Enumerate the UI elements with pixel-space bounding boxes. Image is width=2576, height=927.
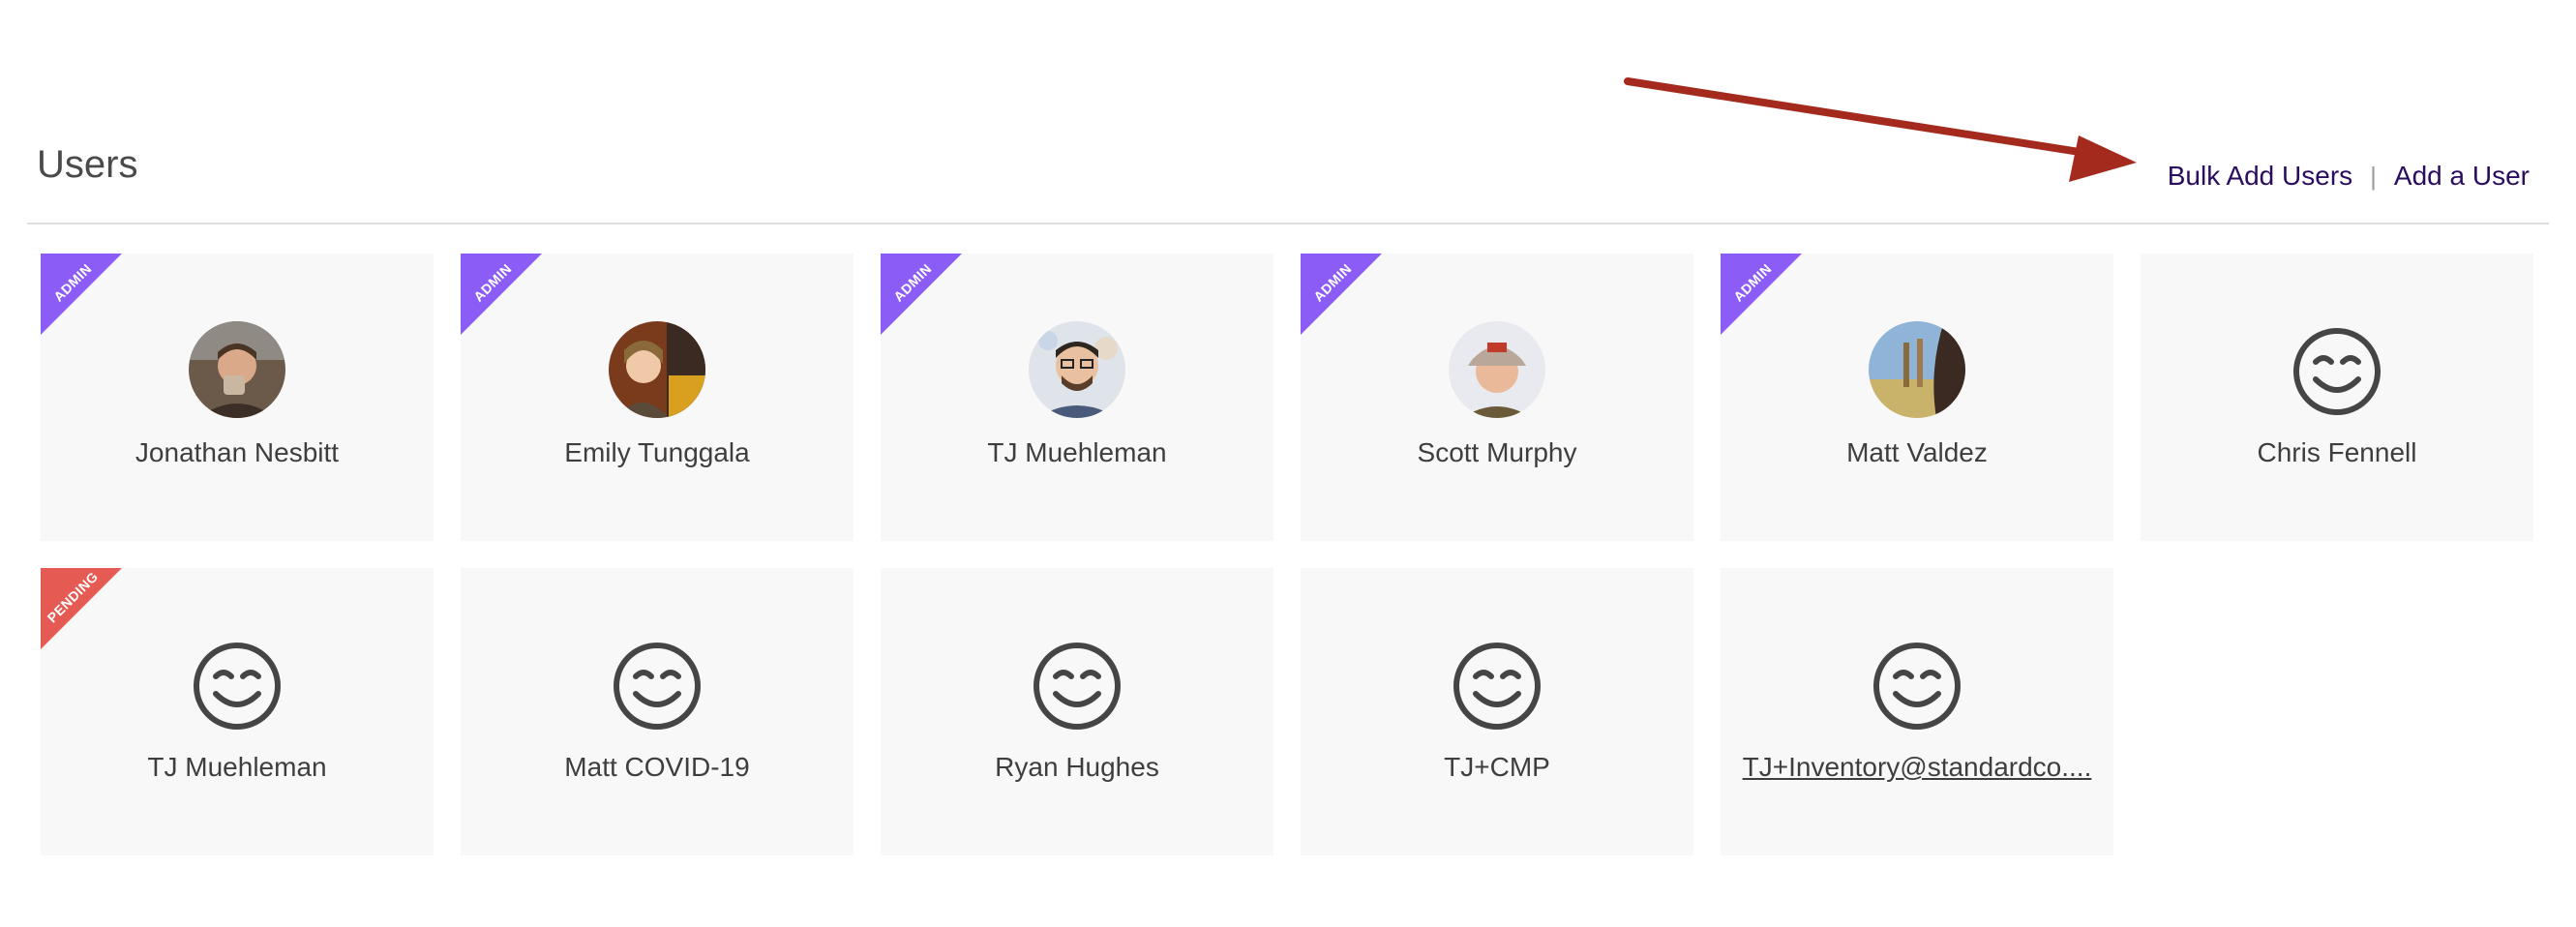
- page-title: Users: [37, 143, 138, 186]
- admin-badge: ADMIN: [1301, 254, 1382, 335]
- avatar: [1029, 321, 1125, 418]
- user-card[interactable]: TJ+CMP: [1301, 568, 1693, 855]
- avatar: [189, 321, 285, 418]
- smiley-icon: [194, 643, 281, 730]
- smiley-icon: [614, 643, 701, 730]
- user-name: Scott Murphy: [1417, 437, 1577, 467]
- smiley-icon: [1873, 643, 1961, 730]
- user-card[interactable]: TJ+Inventory@standardco....: [1721, 568, 2113, 855]
- user-name: Jonathan Nesbitt: [135, 437, 340, 467]
- user-name: Ryan Hughes: [995, 752, 1159, 782]
- user-name: Emily Tunggala: [564, 437, 750, 467]
- pending-badge: PENDING: [41, 568, 122, 649]
- smiley-icon: [2293, 328, 2381, 415]
- user-name: TJ Muehleman: [987, 437, 1167, 467]
- user-name: Chris Fennell: [2257, 437, 2417, 467]
- admin-badge: ADMIN: [41, 254, 122, 335]
- user-card[interactable]: PENDING TJ Muehleman: [41, 568, 434, 855]
- avatar: [609, 321, 705, 418]
- users-header: Users Bulk Add Users | Add a User: [27, 124, 2549, 224]
- user-card[interactable]: ADMIN Jonathan Nesbitt: [41, 254, 434, 541]
- user-card[interactable]: Ryan Hughes: [881, 568, 1273, 855]
- user-name: Matt COVID-19: [564, 752, 750, 782]
- user-grid: ADMIN Jonathan Nesbitt ADMIN Emily Tungg…: [41, 254, 2533, 855]
- avatar: [1449, 321, 1545, 418]
- bulk-add-users-link[interactable]: Bulk Add Users: [2168, 161, 2352, 192]
- smiley-icon: [1033, 643, 1121, 730]
- user-card[interactable]: ADMIN TJ Muehleman: [881, 254, 1273, 541]
- user-name: Matt Valdez: [1846, 437, 1988, 467]
- user-card[interactable]: Matt COVID-19: [461, 568, 854, 855]
- user-name: TJ+CMP: [1444, 752, 1550, 782]
- add-user-link[interactable]: Add a User: [2394, 161, 2530, 192]
- separator: |: [2370, 161, 2377, 191]
- smiley-icon: [1453, 643, 1541, 730]
- user-card[interactable]: Chris Fennell: [2141, 254, 2533, 541]
- admin-badge: ADMIN: [1721, 254, 1802, 335]
- admin-badge: ADMIN: [461, 254, 542, 335]
- user-card[interactable]: ADMIN Matt Valdez: [1721, 254, 2113, 541]
- user-email-link[interactable]: TJ+Inventory@standardco....: [1721, 752, 2113, 783]
- header-actions: Bulk Add Users | Add a User: [2168, 161, 2530, 192]
- avatar: [1869, 321, 1965, 418]
- admin-badge: ADMIN: [881, 254, 962, 335]
- user-card[interactable]: ADMIN Scott Murphy: [1301, 254, 1693, 541]
- user-card[interactable]: ADMIN Emily Tunggala: [461, 254, 854, 541]
- user-name: TJ Muehleman: [147, 752, 327, 782]
